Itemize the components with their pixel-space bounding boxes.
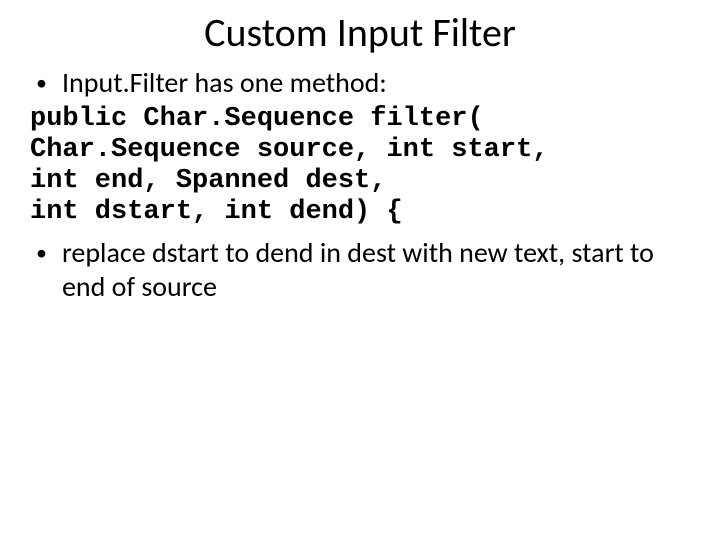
code-line-3: int end, Spanned dest, <box>30 166 386 196</box>
bullet-dot-icon: • <box>30 236 62 270</box>
bullet-item-2: • replace dstart to dend in dest with ne… <box>30 236 690 304</box>
slide-title: Custom Input Filter <box>0 8 720 57</box>
code-line-4: int dstart, int dend) { <box>30 197 403 227</box>
bullet-text-2: replace dstart to dend in dest with new … <box>62 236 690 304</box>
code-block: public Char.Sequence filter( Char.Sequen… <box>30 104 690 228</box>
bullet-dot-icon: • <box>30 66 62 100</box>
code-line-1: public Char.Sequence filter( <box>30 104 484 134</box>
bullet-text-1: Input.Filter has one method: <box>62 66 387 100</box>
slide: Custom Input Filter • Input.Filter has o… <box>0 0 720 540</box>
code-line-2: Char.Sequence source, int start, <box>30 135 548 165</box>
slide-body: • Input.Filter has one method: public Ch… <box>30 66 690 308</box>
bullet-item-1: • Input.Filter has one method: <box>30 66 690 100</box>
